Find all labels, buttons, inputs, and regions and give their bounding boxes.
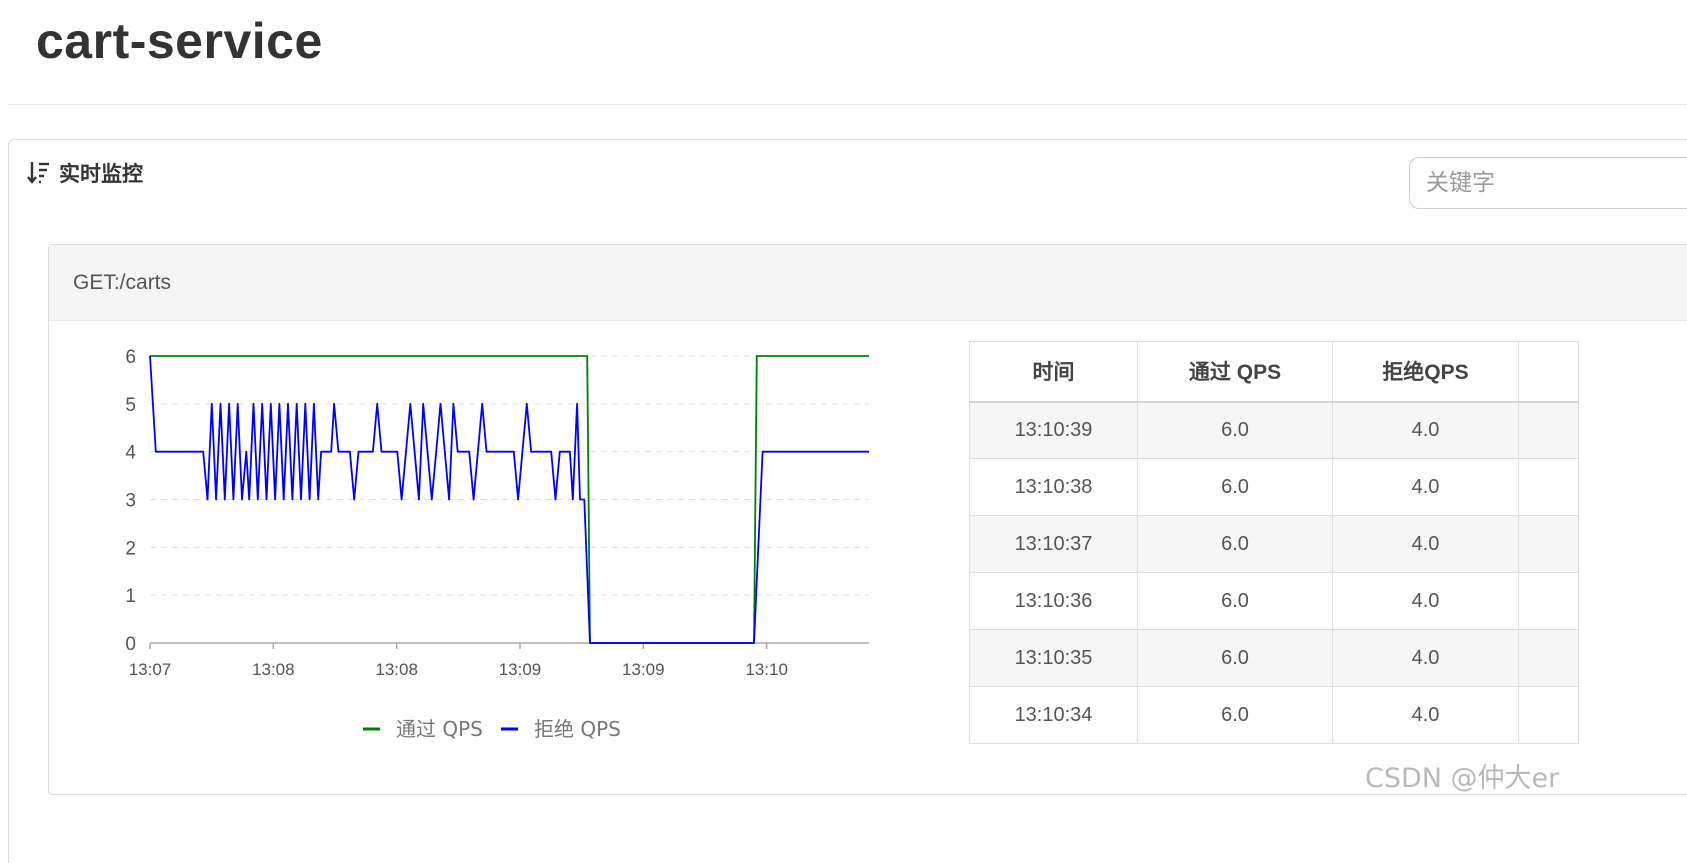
series-line-1 <box>149 355 869 644</box>
resource-card: GET:/carts 0 1 2 3 4 5 6 13:07 13:08 13:08 13:09 13… <box>48 244 1687 795</box>
table-row: 13:10:35 6.0 4.0 <box>969 629 1579 687</box>
y-tick-label: 0 <box>125 634 136 655</box>
table-cell-time: 13:10:34 <box>969 686 1138 744</box>
table-cell-pass-qps: 6.0 <box>1137 686 1333 744</box>
y-tick-label: 3 <box>125 491 136 512</box>
x-tick-label: 13:09 <box>622 660 665 679</box>
table-header-extra <box>1518 341 1579 403</box>
table-row: 13:10:38 6.0 4.0 <box>969 458 1579 516</box>
table-cell-block-qps: 4.0 <box>1332 686 1519 744</box>
table-cell-time: 13:10:38 <box>969 458 1138 516</box>
y-tick-label: 6 <box>125 347 136 368</box>
monitor-panel: 实时监控 GET:/carts 0 1 2 3 4 5 6 13:07 13:08 13:08 13… <box>8 139 1687 863</box>
table-cell-block-qps: 4.0 <box>1332 515 1519 573</box>
table-header-block-qps[interactable]: 拒绝QPS <box>1332 341 1519 403</box>
table-cell-block-qps: 4.0 <box>1332 401 1519 459</box>
table-cell-extra <box>1518 686 1579 744</box>
y-tick-label: 4 <box>125 443 136 464</box>
table-row: 13:10:34 6.0 4.0 <box>969 686 1579 744</box>
legend-label-1: 拒绝 QPS <box>534 717 621 741</box>
y-tick-label: 1 <box>125 586 136 607</box>
panel-header: 实时监控 <box>27 158 143 188</box>
y-tick-label: 5 <box>125 395 136 416</box>
table-row: 13:10:37 6.0 4.0 <box>969 515 1579 573</box>
table-cell-block-qps: 4.0 <box>1332 458 1519 516</box>
x-tick-label: 13:08 <box>252 660 295 679</box>
page-title: cart-service <box>36 13 323 69</box>
table-cell-time: 13:10:39 <box>969 401 1138 459</box>
qps-table: 时间 通过 QPS 拒绝QPS 13:10:39 6.0 4.0 13:10:3… <box>969 341 1579 744</box>
x-tick-label: 13:09 <box>499 660 542 679</box>
table-cell-extra <box>1518 572 1579 630</box>
table-cell-time: 13:10:35 <box>969 629 1138 687</box>
table-cell-extra <box>1518 401 1579 459</box>
table-cell-time: 13:10:37 <box>969 515 1138 573</box>
table-header-pass-qps[interactable]: 通过 QPS <box>1137 341 1333 403</box>
table-cell-pass-qps: 6.0 <box>1137 515 1333 573</box>
watermark: CSDN @仲大er <box>1365 763 1560 794</box>
panel-title: 实时监控 <box>59 163 143 186</box>
table-header-row: 时间 通过 QPS 拒绝QPS <box>969 341 1579 403</box>
table-cell-pass-qps: 6.0 <box>1137 572 1333 630</box>
keyword-search-input[interactable] <box>1409 157 1687 209</box>
table-cell-block-qps: 4.0 <box>1332 572 1519 630</box>
x-tick-label: 13:08 <box>375 660 418 679</box>
resource-name: GET:/carts <box>49 245 1687 321</box>
x-tick-label: 13:07 <box>129 660 172 679</box>
table-cell-extra <box>1518 515 1579 573</box>
table-cell-pass-qps: 6.0 <box>1137 629 1333 687</box>
table-row: 13:10:36 6.0 4.0 <box>969 572 1579 630</box>
table-cell-extra <box>1518 629 1579 687</box>
qps-line-chart: 0 1 2 3 4 5 6 13:07 13:08 13:08 13:09 13:09 13:10 通过 … <box>125 347 869 741</box>
table-header-time[interactable]: 时间 <box>969 341 1138 403</box>
sort-descending-icon[interactable] <box>27 160 51 186</box>
table-cell-extra <box>1518 458 1579 516</box>
table-cell-block-qps: 4.0 <box>1332 629 1519 687</box>
table-cell-pass-qps: 6.0 <box>1137 458 1333 516</box>
title-divider <box>8 104 1687 105</box>
table-row: 13:10:39 6.0 4.0 <box>969 401 1579 459</box>
y-tick-label: 2 <box>125 538 136 559</box>
legend-label-0: 通过 QPS <box>396 717 483 741</box>
table-cell-pass-qps: 6.0 <box>1137 401 1333 459</box>
x-tick-label: 13:10 <box>745 660 788 679</box>
table-cell-time: 13:10:36 <box>969 572 1138 630</box>
